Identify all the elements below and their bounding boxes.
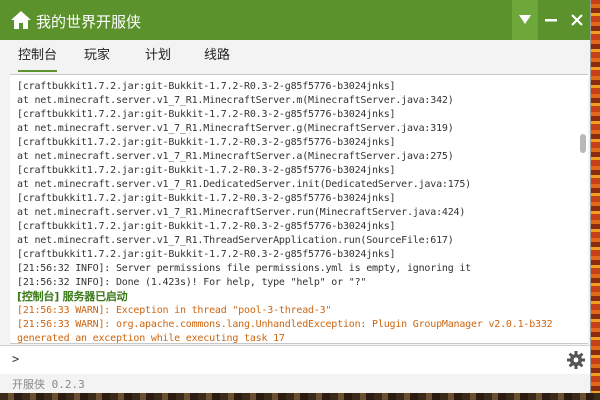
home-icon [10,9,32,31]
log-line: at net.minecraft.server.v1_7_R1.Minecraf… [17,151,454,162]
scrollbar-thumb[interactable] [580,134,586,153]
command-bar: > [0,345,590,375]
log-line: [craftbukkit1.7.2.jar:git-Bukkit-1.7.2-R… [17,193,396,204]
log-line: [craftbukkit1.7.2.jar:git-Bukkit-1.7.2-R… [17,165,396,176]
log-line: [21:56:32 INFO]: Done (1.423s)! For help… [17,277,367,288]
log-line: at net.minecraft.server.v1_7_R1.Minecraf… [17,95,454,106]
log-line: [控制台] 服务器已启动 [17,290,128,303]
log-line: [21:56:33 WARN]: org.apache.commons.lang… [17,319,553,330]
command-input[interactable] [26,350,550,370]
title-bar[interactable]: 我的世界开服侠 [0,0,590,40]
log-line: at net.minecraft.server.v1_7_R1.Dedicate… [17,179,471,190]
app-window: 我的世界开服侠 控制台 玩家 计划 线路 [craftbukkit1.7.2.j… [0,0,591,393]
background-texture [590,0,600,400]
gear-icon[interactable] [566,350,586,370]
close-button[interactable] [564,0,590,40]
app-title: 我的世界开服侠 [36,13,142,31]
console-scrollbar[interactable] [578,75,588,343]
log-line: [21:56:32 INFO]: Server permissions file… [17,263,471,274]
minimize-button[interactable] [538,0,564,40]
log-line: at net.minecraft.server.v1_7_R1.ThreadSe… [17,235,454,246]
triangle-down-icon [519,15,531,24]
log-line: [craftbukkit1.7.2.jar:git-Bukkit-1.7.2-R… [17,109,396,120]
tab-bar: 控制台 玩家 计划 线路 [0,40,590,72]
close-icon [571,14,583,26]
tab-console[interactable]: 控制台 [18,48,58,72]
menu-button[interactable] [512,0,538,40]
log-line: generated an exception while executing t… [17,333,285,344]
log-line: [craftbukkit1.7.2.jar:git-Bukkit-1.7.2-R… [17,137,396,148]
log-line: [craftbukkit1.7.2.jar:git-Bukkit-1.7.2-R… [17,249,396,260]
log-line: at net.minecraft.server.v1_7_R1.Minecraf… [17,123,454,134]
console-output[interactable]: [craftbukkit1.7.2.jar:git-Bukkit-1.7.2-R… [10,74,588,344]
tab-players[interactable]: 玩家 [84,48,110,70]
command-prompt: > [12,352,20,366]
log-line: [craftbukkit1.7.2.jar:git-Bukkit-1.7.2-R… [17,81,396,92]
status-bar: 开服侠 0.2.3 [0,374,590,393]
minimize-icon [545,19,557,22]
tab-schedule[interactable]: 计划 [145,48,171,70]
version-label: 开服侠 0.2.3 [12,378,85,391]
log-line: [21:56:33 WARN]: Exception in thread "po… [17,305,332,316]
log-line: at net.minecraft.server.v1_7_R1.Minecraf… [17,207,466,218]
log-line: [craftbukkit1.7.2.jar:git-Bukkit-1.7.2-R… [17,221,396,232]
tab-routes[interactable]: 线路 [204,48,230,70]
background-texture-bottom [0,393,600,400]
